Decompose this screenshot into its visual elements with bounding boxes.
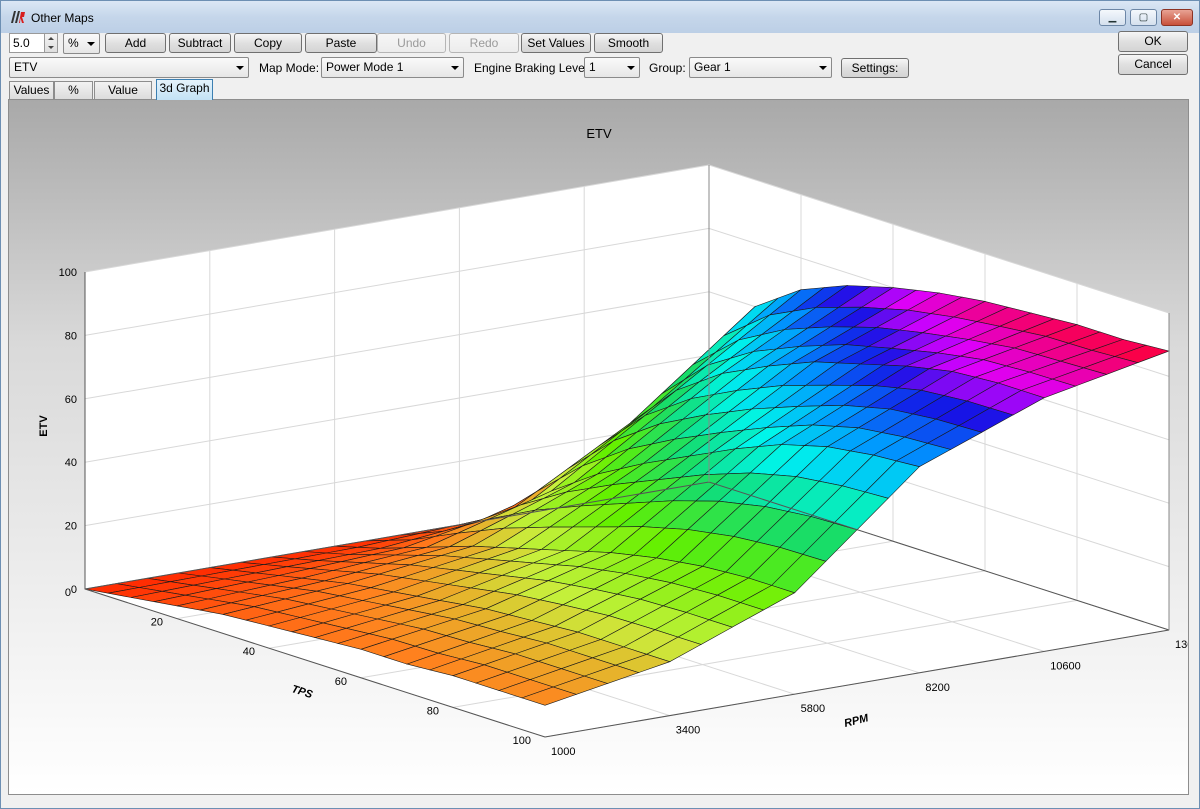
maximize-button[interactable]: ▢ xyxy=(1130,9,1157,26)
z-axis-label: ETV xyxy=(38,415,50,437)
y-tick-label: 100 xyxy=(513,735,531,747)
window-title: Other Maps xyxy=(31,11,94,25)
ok-button[interactable]: OK xyxy=(1118,31,1188,52)
maximize-icon: ▢ xyxy=(1138,12,1149,23)
chevron-down-icon xyxy=(236,66,244,70)
minimize-button[interactable]: ▁ xyxy=(1099,9,1126,26)
tab-3d-graph[interactable]: 3d Graph xyxy=(156,79,213,100)
copy-button[interactable]: Copy xyxy=(234,33,302,53)
spin-up-icon[interactable] xyxy=(48,37,54,40)
smooth-button[interactable]: Smooth xyxy=(594,33,663,53)
x-tick-label: 10600 xyxy=(1050,660,1081,672)
tab-values[interactable]: Values xyxy=(9,81,54,99)
z-tick-label: 0 xyxy=(71,584,77,596)
map-select[interactable]: ETV xyxy=(9,57,249,78)
step-value-input[interactable]: 5.0 xyxy=(9,33,45,53)
z-tick-label: 40 xyxy=(65,457,77,469)
unit-select[interactable]: % xyxy=(63,33,100,54)
y-tick-label: 60 xyxy=(335,676,347,688)
settings-button[interactable]: Settings: xyxy=(841,58,909,78)
z-tick-label: 80 xyxy=(65,330,77,342)
x-tick-label: 5800 xyxy=(801,703,825,715)
undo-button[interactable]: Undo xyxy=(377,33,446,53)
x-tick-label: 13000 xyxy=(1175,639,1188,651)
minimize-icon: ▁ xyxy=(1108,12,1117,23)
z-tick-label: 60 xyxy=(65,394,77,406)
step-value-spinner[interactable] xyxy=(44,33,58,53)
app-logo-icon xyxy=(11,11,25,23)
map-select-value: ETV xyxy=(14,60,38,74)
y-tick-label: 20 xyxy=(151,617,163,629)
map-mode-select[interactable]: Power Mode 1 xyxy=(321,57,464,78)
spin-down-icon[interactable] xyxy=(48,46,54,49)
group-select[interactable]: Gear 1 xyxy=(689,57,832,78)
close-button[interactable]: ✕ xyxy=(1161,9,1193,26)
x-tick-label: 8200 xyxy=(925,682,949,694)
chevron-down-icon xyxy=(87,42,95,46)
add-button[interactable]: Add xyxy=(105,33,166,53)
status-bar xyxy=(1,797,1199,808)
set-values-button[interactable]: Set Values xyxy=(521,33,591,53)
map-mode-label: Map Mode: xyxy=(259,61,320,75)
chart-panel[interactable]: 0 20 40 60 80 100 0 20 40 60 80 100 1000 3400 5800 8200… xyxy=(8,99,1189,795)
subtract-button[interactable]: Subtract xyxy=(169,33,231,53)
group-value: Gear 1 xyxy=(694,60,731,74)
chevron-down-icon xyxy=(627,66,635,70)
redo-button[interactable]: Redo xyxy=(449,33,519,53)
y-tick-label: 0 xyxy=(65,587,71,599)
x-tick-label: 3400 xyxy=(676,725,700,737)
chart-title: ETV xyxy=(586,126,612,141)
z-tick-label: 20 xyxy=(65,521,77,533)
y-tick-label: 40 xyxy=(243,646,255,658)
engine-braking-value: 1 xyxy=(589,60,596,74)
chevron-down-icon xyxy=(819,66,827,70)
cancel-button[interactable]: Cancel xyxy=(1118,54,1188,75)
x-tick-label: 1000 xyxy=(551,746,575,758)
title-bar[interactable]: Other Maps ▁ ▢ ✕ xyxy=(1,1,1199,33)
engine-braking-select[interactable]: 1 xyxy=(584,57,640,78)
map-mode-value: Power Mode 1 xyxy=(326,60,404,74)
tab-value-trim[interactable]: Value Trim xyxy=(94,81,152,114)
unit-select-value: % xyxy=(68,36,79,50)
y-tick-label: 80 xyxy=(427,705,439,717)
etv-surface-chart[interactable]: 0204060801000204060801001000340058008200… xyxy=(9,100,1188,794)
group-label: Group: xyxy=(649,61,686,75)
tab-percent-trim[interactable]: % Trim xyxy=(54,81,93,114)
other-maps-window: Other Maps ▁ ▢ ✕ 5.0 % Add Subtract Copy… xyxy=(0,0,1200,809)
z-tick-label: 100 xyxy=(59,267,77,279)
paste-button[interactable]: Paste xyxy=(305,33,377,53)
chevron-down-icon xyxy=(451,66,459,70)
close-icon: ✕ xyxy=(1172,12,1182,23)
engine-braking-label: Engine Braking Level: xyxy=(474,61,591,75)
